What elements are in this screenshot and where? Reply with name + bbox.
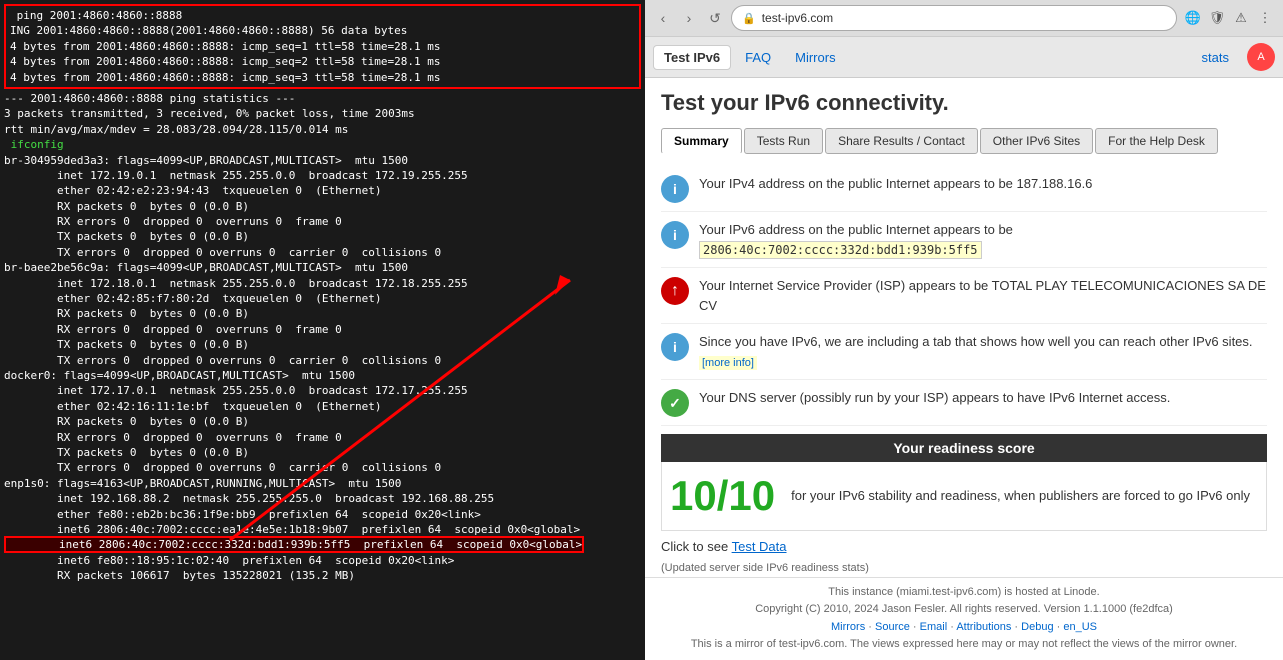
footer-links: Mirrors · Source · Email · Attributions … [661,619,1267,637]
footer-mirrors-link[interactable]: Mirrors [831,621,865,633]
back-button[interactable]: ‹ [653,8,673,28]
test-data-prefix: Click to see [661,539,728,554]
address-text: test-ipv6.com [762,11,833,25]
info-ipv6: i Your IPv6 address on the public Intern… [661,212,1267,268]
footer-copyright: Copyright (C) 2010, 2024 Jason Fesler. A… [661,601,1267,619]
tab-help-desk[interactable]: For the Help Desk [1095,128,1218,154]
footer-source-link[interactable]: Source [875,621,910,633]
info-isp: ↑ Your Internet Service Provider (ISP) a… [661,268,1267,324]
test-data-section: Click to see Test Data [661,531,1267,562]
browser-toolbar: ‹ › ↺ 🔒 test-ipv6.com 🌐 🛡 ⚠ ⋮ [645,0,1283,36]
footer-attributions-link[interactable]: Attributions [956,621,1011,633]
footer-debug-link[interactable]: Debug [1021,621,1053,633]
info-icon-dns: ✓ [661,389,689,417]
info-text-tab: Since you have IPv6, we are including a … [699,332,1267,371]
more-info-link[interactable]: [more info] [699,356,757,370]
forward-button[interactable]: › [679,8,699,28]
test-data-link[interactable]: Test Data [732,539,787,554]
tab-tests-run[interactable]: Tests Run [744,128,823,154]
info-icon-ipv6: i [661,221,689,249]
lock-icon: 🔒 [742,12,756,25]
nav-test-ipv6[interactable]: Test IPv6 [653,45,731,70]
tab-summary[interactable]: Summary [661,128,742,154]
translate-button[interactable]: A [1247,43,1275,71]
ipv6-address: 2806:40c:7002:cccc:332d:bdd1:939b:5ff5 [699,241,982,259]
tab-prefix-text: Since you have IPv6, we are including a … [699,334,1253,349]
ipv6-prefix-text: Your IPv6 address on the public Internet… [699,222,1013,237]
info-text-isp: Your Internet Service Provider (ISP) app… [699,276,1267,315]
info-text-ipv6: Your IPv6 address on the public Internet… [699,220,1267,259]
page-title: Test your IPv6 connectivity. [661,90,1267,116]
terminal-panel: ping 2001:4860:4860::8888 ING 2001:4860:… [0,0,645,660]
extension-icon2[interactable]: ⚠ [1231,8,1251,28]
terminal-content: ping 2001:4860:4860::8888 ING 2001:4860:… [0,0,645,660]
browser-panel: ‹ › ↺ 🔒 test-ipv6.com 🌐 🛡 ⚠ ⋮ Test IPv6 … [645,0,1283,660]
info-text-ipv4: Your IPv4 address on the public Internet… [699,174,1092,194]
updated-text: (Updated server side IPv6 readiness stat… [661,562,1267,574]
menu-icon[interactable]: ⋮ [1255,8,1275,28]
info-icon-ipv4: i [661,175,689,203]
nav-faq[interactable]: FAQ [735,46,781,69]
info-dns: ✓ Your DNS server (possibly run by your … [661,380,1267,426]
footer-email-link[interactable]: Email [920,621,948,633]
footer-locale-link[interactable]: en_US [1063,621,1097,633]
tab-share-results[interactable]: Share Results / Contact [825,128,978,154]
site-nav: Test IPv6 FAQ Mirrors stats A [645,37,1283,78]
readiness-score: 10/10 [670,472,775,520]
translate-icon[interactable]: 🌐 [1183,8,1203,28]
info-icon-tab: i [661,333,689,361]
tab-other-sites[interactable]: Other IPv6 Sites [980,128,1093,154]
site-content: Test your IPv6 connectivity. Summary Tes… [645,78,1283,577]
site-footer: This instance (miami.test-ipv6.com) is h… [645,577,1283,660]
browser-icons: 🌐 🛡 ⚠ ⋮ [1183,8,1275,28]
info-text-dns: Your DNS server (possibly run by your IS… [699,388,1170,408]
nav-stats[interactable]: stats [1192,46,1239,69]
browser-chrome: ‹ › ↺ 🔒 test-ipv6.com 🌐 🛡 ⚠ ⋮ [645,0,1283,37]
nav-mirrors[interactable]: Mirrors [785,46,845,69]
footer-hosted: This instance (miami.test-ipv6.com) is h… [661,584,1267,602]
extension-icon1[interactable]: 🛡 [1207,8,1227,28]
readiness-header: Your readiness score [661,434,1267,462]
info-ipv6-tab: i Since you have IPv6, we are including … [661,324,1267,380]
address-bar[interactable]: 🔒 test-ipv6.com [731,5,1177,31]
terminal-text: ping 2001:4860:4860::8888 ING 2001:4860:… [4,4,641,583]
readiness-description: for your IPv6 stability and readiness, w… [791,486,1250,506]
info-ipv4: i Your IPv4 address on the public Intern… [661,166,1267,212]
info-icon-isp: ↑ [661,277,689,305]
tab-bar: Summary Tests Run Share Results / Contac… [661,128,1267,154]
readiness-section: Your readiness score 10/10 for your IPv6… [661,434,1267,531]
readiness-body: 10/10 for your IPv6 stability and readin… [661,462,1267,531]
footer-mirror-notice: This is a mirror of test-ipv6.com. The v… [661,636,1267,654]
refresh-button[interactable]: ↺ [705,8,725,28]
